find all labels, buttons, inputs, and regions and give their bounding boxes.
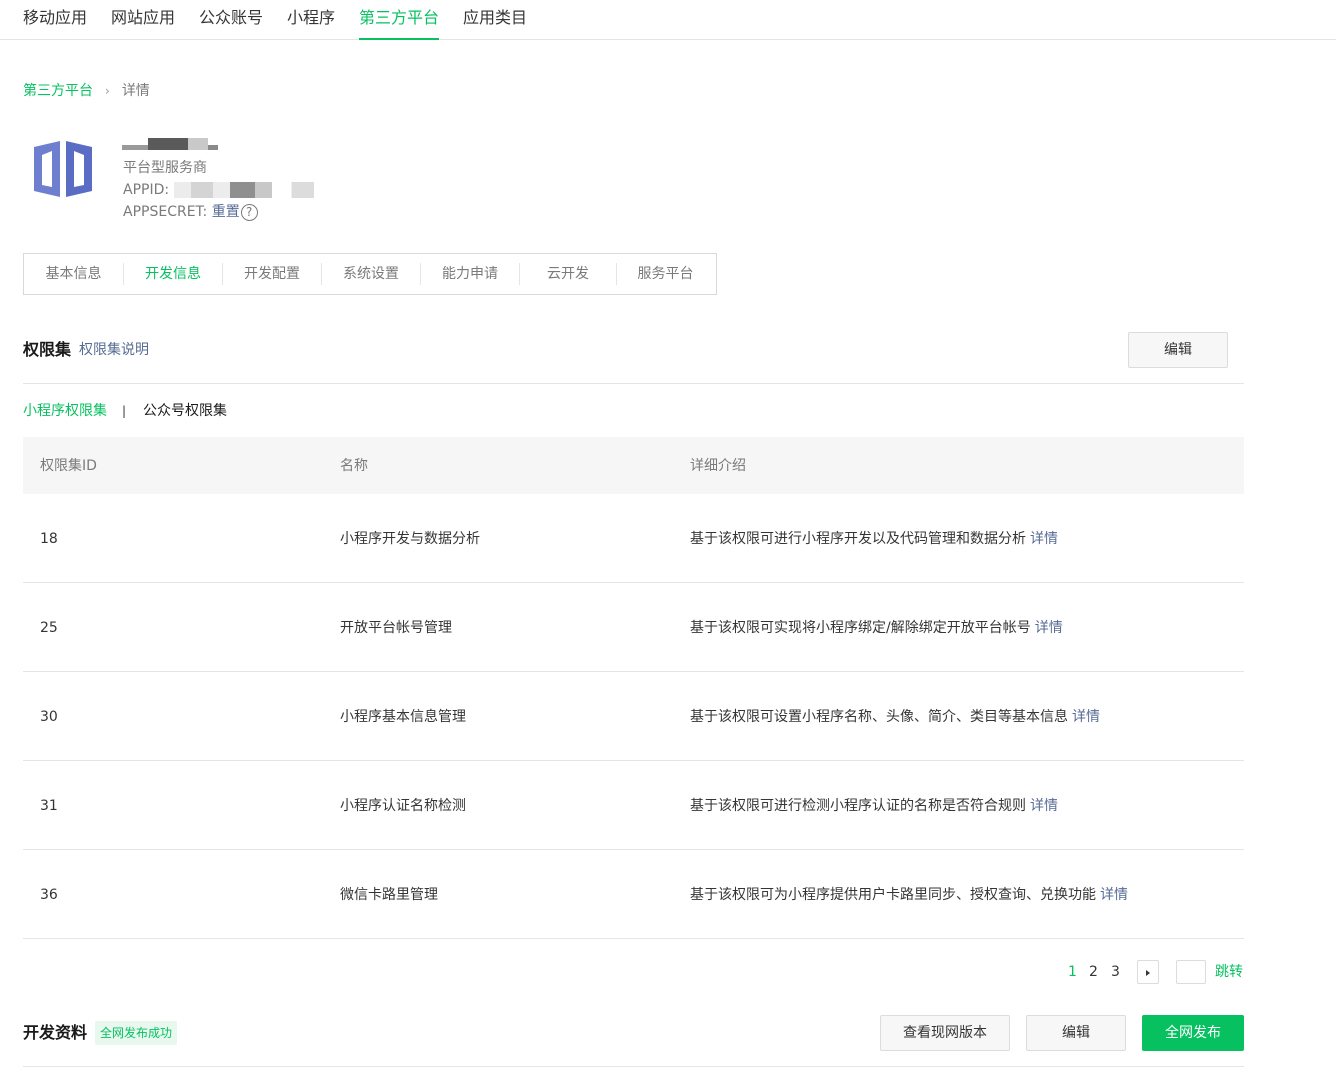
nav-item-mini-programs[interactable]: 小程序	[287, 8, 335, 40]
tab-basic-info[interactable]: 基本信息	[24, 263, 124, 285]
appid-label: APPID:	[123, 182, 170, 198]
description-text: 基于该权限可为小程序提供用户卡路里同步、授权查询、兑换功能	[690, 887, 1096, 903]
cell-description: 基于该权限可实现将小程序绑定/解除绑定开放平台帐号 详情	[690, 619, 1063, 637]
description-text: 基于该权限可进行检测小程序认证的名称是否符合规则	[690, 798, 1026, 814]
cell-name: 小程序认证名称检测	[340, 798, 466, 814]
permissions-table: 权限集ID 名称 详细介绍 18 小程序开发与数据分析 基于该权限可进行小程序开…	[23, 437, 1244, 939]
appsecret-row: APPSECRET: 重置?	[123, 203, 258, 221]
tab-dev-info[interactable]: 开发信息	[124, 263, 223, 285]
cell-description: 基于该权限可为小程序提供用户卡路里同步、授权查询、兑换功能 详情	[690, 886, 1128, 904]
nav-item-website-apps[interactable]: 网站应用	[111, 8, 175, 40]
permissions-edit-button[interactable]: 编辑	[1128, 332, 1228, 368]
cell-id: 36	[40, 887, 58, 903]
breadcrumb-parent-link[interactable]: 第三方平台	[23, 83, 93, 99]
page-3[interactable]: 3	[1111, 963, 1120, 981]
permissions-title: 权限集	[23, 340, 72, 359]
permissions-explain-link[interactable]: 权限集说明	[79, 341, 149, 359]
tab-separator: |	[122, 404, 127, 418]
table-row: 25 开放平台帐号管理 基于该权限可实现将小程序绑定/解除绑定开放平台帐号 详情	[23, 583, 1244, 672]
description-text: 基于该权限可设置小程序名称、头像、简介、类目等基本信息	[690, 709, 1068, 725]
column-header-description: 详细介绍	[690, 458, 746, 474]
app-name-redacted	[122, 138, 232, 150]
appid-row: APPID:	[123, 181, 314, 199]
table-row: 31 小程序认证名称检测 基于该权限可进行检测小程序认证的名称是否符合规则 详情	[23, 761, 1244, 850]
cell-id: 30	[40, 709, 58, 725]
tab-official-account-permissions[interactable]: 公众号权限集	[143, 402, 227, 420]
next-page-button[interactable]	[1137, 960, 1159, 984]
cell-name: 小程序基本信息管理	[340, 709, 466, 725]
top-nav: 移动应用 网站应用 公众账号 小程序 第三方平台 应用类目	[0, 0, 1336, 40]
cell-id: 18	[40, 531, 58, 547]
tab-system-settings[interactable]: 系统设置	[322, 263, 421, 285]
cell-id: 31	[40, 798, 58, 814]
cell-description: 基于该权限可进行检测小程序认证的名称是否符合规则 详情	[690, 797, 1058, 815]
cell-description: 基于该权限可进行小程序开发以及代码管理和数据分析 详情	[690, 530, 1058, 548]
detail-link[interactable]: 详情	[1035, 620, 1063, 636]
nav-item-app-categories[interactable]: 应用类目	[463, 8, 527, 40]
divider	[23, 383, 1244, 384]
dev-material-title: 开发资料	[23, 1023, 88, 1042]
tab-service-platform[interactable]: 服务平台	[617, 263, 714, 285]
tab-mini-program-permissions[interactable]: 小程序权限集	[23, 402, 107, 420]
detail-link[interactable]: 详情	[1100, 887, 1128, 903]
page-2[interactable]: 2	[1089, 963, 1098, 981]
appsecret-label: APPSECRET:	[123, 204, 208, 220]
page-jump-input[interactable]	[1176, 960, 1206, 984]
divider	[23, 1066, 1244, 1067]
column-header-id: 权限集ID	[40, 458, 97, 474]
nav-item-official-accounts[interactable]: 公众账号	[199, 8, 263, 40]
cell-name: 开放平台帐号管理	[340, 620, 452, 636]
breadcrumb: 第三方平台 › 详情	[23, 82, 150, 100]
table-row: 36 微信卡路里管理 基于该权限可为小程序提供用户卡路里同步、授权查询、兑换功能…	[23, 850, 1244, 939]
table-header: 权限集ID 名称 详细介绍	[23, 437, 1244, 494]
tab-capability-apply[interactable]: 能力申请	[421, 263, 520, 285]
table-row: 30 小程序基本信息管理 基于该权限可设置小程序名称、头像、简介、类目等基本信息…	[23, 672, 1244, 761]
column-header-name: 名称	[340, 458, 368, 474]
publish-all-button[interactable]: 全网发布	[1142, 1015, 1244, 1051]
cell-id: 25	[40, 620, 58, 636]
detail-tabs: 基本信息 开发信息 开发配置 系统设置 能力申请 云开发 服务平台	[23, 253, 717, 295]
page-1[interactable]: 1	[1068, 963, 1077, 981]
tab-cloud-dev[interactable]: 云开发	[520, 263, 617, 285]
appid-redacted	[173, 182, 314, 198]
breadcrumb-separator: ›	[105, 84, 110, 98]
help-icon[interactable]: ?	[240, 203, 258, 221]
detail-link[interactable]: 详情	[1072, 709, 1100, 725]
view-live-version-button[interactable]: 查看现网版本	[880, 1015, 1010, 1051]
detail-link[interactable]: 详情	[1030, 798, 1058, 814]
table-row: 18 小程序开发与数据分析 基于该权限可进行小程序开发以及代码管理和数据分析 详情	[23, 494, 1244, 583]
breadcrumb-current: 详情	[121, 83, 150, 99]
description-text: 基于该权限可进行小程序开发以及代码管理和数据分析	[690, 531, 1026, 547]
cell-description: 基于该权限可设置小程序名称、头像、简介、类目等基本信息 详情	[690, 708, 1100, 726]
reset-appsecret-link[interactable]: 重置	[212, 204, 240, 220]
cell-name: 微信卡路里管理	[340, 887, 438, 903]
tab-dev-config[interactable]: 开发配置	[223, 263, 322, 285]
status-badge: 全网发布成功	[95, 1021, 178, 1045]
nav-item-third-party-platform[interactable]: 第三方平台	[359, 8, 440, 40]
nav-item-mobile-apps[interactable]: 移动应用	[23, 8, 87, 40]
description-text: 基于该权限可实现将小程序绑定/解除绑定开放平台帐号	[690, 620, 1031, 636]
detail-link[interactable]: 详情	[1030, 531, 1058, 547]
dev-material-edit-button[interactable]: 编辑	[1026, 1015, 1126, 1051]
app-type: 平台型服务商	[123, 160, 207, 176]
page-jump-button[interactable]: 跳转	[1215, 963, 1243, 981]
cell-name: 小程序开发与数据分析	[340, 531, 480, 547]
app-logo-icon	[30, 137, 96, 201]
